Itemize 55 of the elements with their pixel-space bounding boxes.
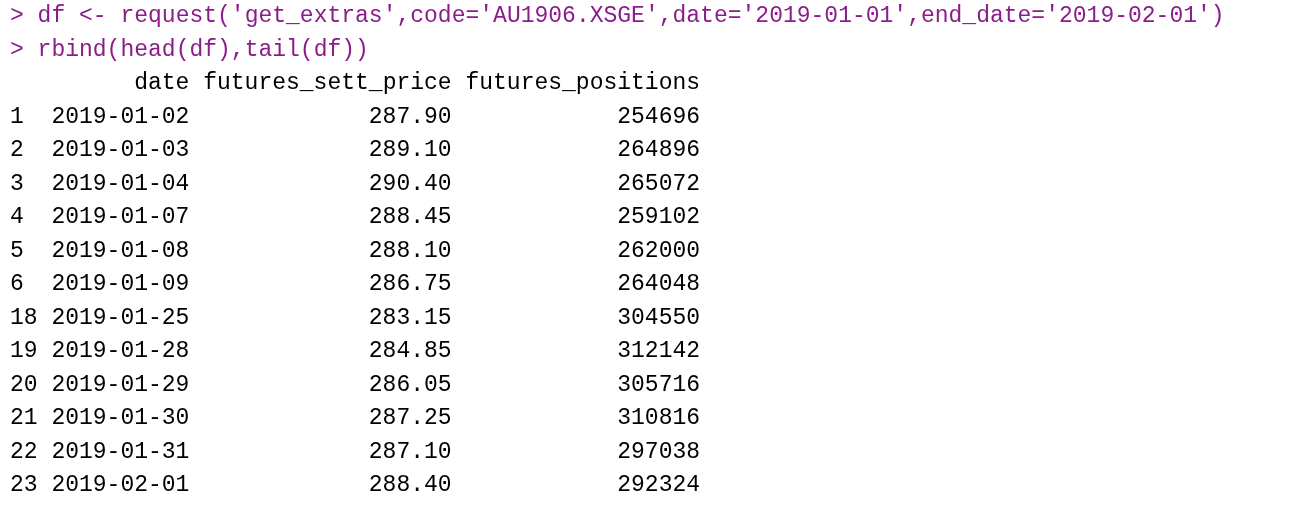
console-prompt: > bbox=[10, 2, 24, 31]
table-cell-text: 292324 bbox=[616, 471, 701, 500]
row-index: 1 bbox=[10, 102, 25, 132]
table-cell-text: 287.90 bbox=[367, 102, 452, 132]
table-cell-text: 288.40 bbox=[367, 471, 452, 500]
row-index: 2 bbox=[10, 136, 25, 165]
table-cell-text: 254696 bbox=[616, 102, 701, 132]
row-index: 20 bbox=[10, 370, 38, 400]
console-prompt: > bbox=[10, 35, 24, 65]
table-cell-text: 2019-01-03 bbox=[51, 136, 190, 165]
table-cell-text: 2019-01-07 bbox=[51, 203, 190, 232]
table-cell-text: 2019-01-28 bbox=[51, 337, 190, 366]
table-cell-text: 286.05 bbox=[367, 370, 452, 400]
table-cell-text: 2019-01-29 bbox=[51, 370, 190, 400]
column-header: futures_positions bbox=[465, 69, 701, 98]
table-cell-text: 288.45 bbox=[367, 203, 452, 232]
command-text: df <- request('get_extras',code='AU1906.XSGE',date='2019-01-01',end_date='2019-02-01') bbox=[37, 2, 1225, 31]
row-index: 23 bbox=[10, 471, 38, 500]
row-index: 4 bbox=[10, 203, 25, 232]
table-cell-text: 264896 bbox=[616, 136, 701, 165]
table-cell-text: 290.40 bbox=[367, 169, 452, 199]
table-cell-text: 2019-01-31 bbox=[51, 437, 190, 467]
table-cell-text: 2019-01-09 bbox=[51, 270, 190, 299]
table-cell-text: 2019-01-04 bbox=[51, 169, 190, 199]
row-index: 6 bbox=[10, 270, 25, 299]
row-index: 21 bbox=[10, 404, 38, 433]
row-index: 5 bbox=[10, 236, 25, 266]
table-cell-text: 2019-01-08 bbox=[51, 236, 190, 266]
row-index: 22 bbox=[10, 437, 38, 467]
table-cell-text: 287.10 bbox=[367, 437, 452, 467]
table-cell-text: 259102 bbox=[616, 203, 701, 232]
table-cell-text: 305716 bbox=[616, 370, 701, 400]
table-cell-text: 2019-02-01 bbox=[51, 471, 190, 500]
row-index: 19 bbox=[10, 337, 38, 366]
row-index: 3 bbox=[10, 169, 25, 199]
table-cell-text: 287.25 bbox=[367, 404, 452, 433]
table-cell-text: 265072 bbox=[616, 169, 701, 199]
table-cell-text: 284.85 bbox=[367, 337, 452, 366]
table-cell-text: 289.10 bbox=[367, 136, 452, 165]
table-cell-text: 283.15 bbox=[367, 303, 452, 333]
table-cell-text: 286.75 bbox=[367, 270, 452, 299]
command-text: rbind(head(df),tail(df)) bbox=[37, 35, 369, 65]
column-header: futures_sett_price bbox=[203, 69, 452, 98]
table-cell-text: 312142 bbox=[616, 337, 701, 366]
table-cell-text: 2019-01-02 bbox=[51, 102, 190, 132]
table-cell-text: 288.10 bbox=[367, 236, 452, 266]
table-cell-text: 262000 bbox=[616, 236, 701, 266]
table-cell-text: 2019-01-25 bbox=[51, 303, 190, 333]
row-index: 18 bbox=[10, 303, 38, 333]
column-header: date bbox=[133, 69, 190, 98]
table-cell-text: 310816 bbox=[616, 404, 701, 433]
table-cell-text: 297038 bbox=[616, 437, 701, 467]
table-cell-text: 264048 bbox=[616, 270, 701, 299]
table-cell-text: 304550 bbox=[616, 303, 701, 333]
table-cell-text: 2019-01-30 bbox=[51, 404, 190, 433]
